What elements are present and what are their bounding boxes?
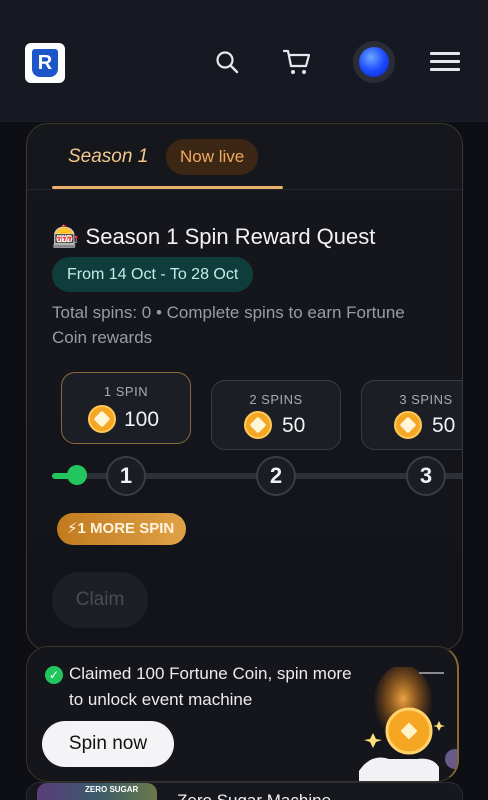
reward-amount: 50	[432, 414, 456, 437]
logo[interactable]: R	[25, 43, 65, 83]
fortune-coin-icon	[244, 411, 272, 439]
step-1: 1	[106, 456, 146, 496]
thumbnail-label: ZERO SUGAR	[85, 785, 139, 794]
quest-title-text: Season 1 Spin Reward Quest	[85, 224, 376, 249]
more-spins-badge: ⚡1 MORE SPIN	[57, 513, 187, 545]
reward-amount: 50	[282, 414, 306, 437]
step-3: 3	[406, 456, 446, 496]
avatar-button[interactable]	[353, 41, 395, 83]
logo-mark: R	[32, 49, 58, 77]
now-live-badge: Now live	[166, 139, 259, 175]
reward-tile-1[interactable]: 1 SPIN 100	[61, 372, 191, 444]
machine-title: Zero Sugar Machine	[177, 791, 331, 800]
progress-indicator	[67, 465, 87, 485]
coin-reward-illustration	[359, 667, 457, 781]
next-machine-card[interactable]: ZERO SUGAR Zero Sugar Machine	[26, 782, 463, 800]
reward-amount: 100	[124, 408, 160, 431]
search-icon[interactable]	[211, 46, 243, 78]
spin-now-button[interactable]: Spin now	[42, 721, 174, 767]
check-icon: ✓	[45, 666, 63, 684]
claim-button[interactable]: Claim	[52, 572, 148, 628]
date-range-badge: From 14 Oct - To 28 Oct	[52, 257, 254, 292]
avatar	[359, 47, 389, 77]
quest-description: Total spins: 0 • Complete spins to earn …	[52, 303, 405, 347]
cart-icon[interactable]	[281, 46, 313, 78]
quest-title: 🎰 Season 1 Spin Reward Quest	[52, 224, 375, 250]
reward-tile-3[interactable]: 3 SPINS 50	[361, 380, 462, 450]
step-2: 2	[256, 456, 296, 496]
reward-tile-2[interactable]: 2 SPINS 50	[211, 380, 341, 450]
quest-card: Season 1 Now live 🎰 Season 1 Spin Reward…	[26, 123, 463, 651]
claim-toast: ✓ Claimed 100 Fortune Coin, spin more to…	[26, 646, 459, 782]
slot-machine-icon: 🎰	[52, 224, 80, 249]
tab-underline	[52, 186, 283, 189]
tab-row: Season 1 Now live	[27, 124, 462, 190]
tab-season-1[interactable]: Season 1	[68, 146, 148, 168]
reward-label: 1 SPIN	[103, 384, 149, 399]
machine-thumbnail: ZERO SUGAR	[37, 783, 157, 800]
fortune-coin-icon	[394, 411, 422, 439]
fortune-coin-icon	[88, 405, 116, 433]
reward-label: 3 SPINS	[399, 392, 453, 407]
menu-icon[interactable]	[430, 52, 460, 74]
reward-label: 2 SPINS	[249, 392, 303, 407]
top-bar: R	[0, 0, 488, 122]
toast-message: Claimed 100 Fortune Coin, spin more to u…	[69, 664, 352, 709]
